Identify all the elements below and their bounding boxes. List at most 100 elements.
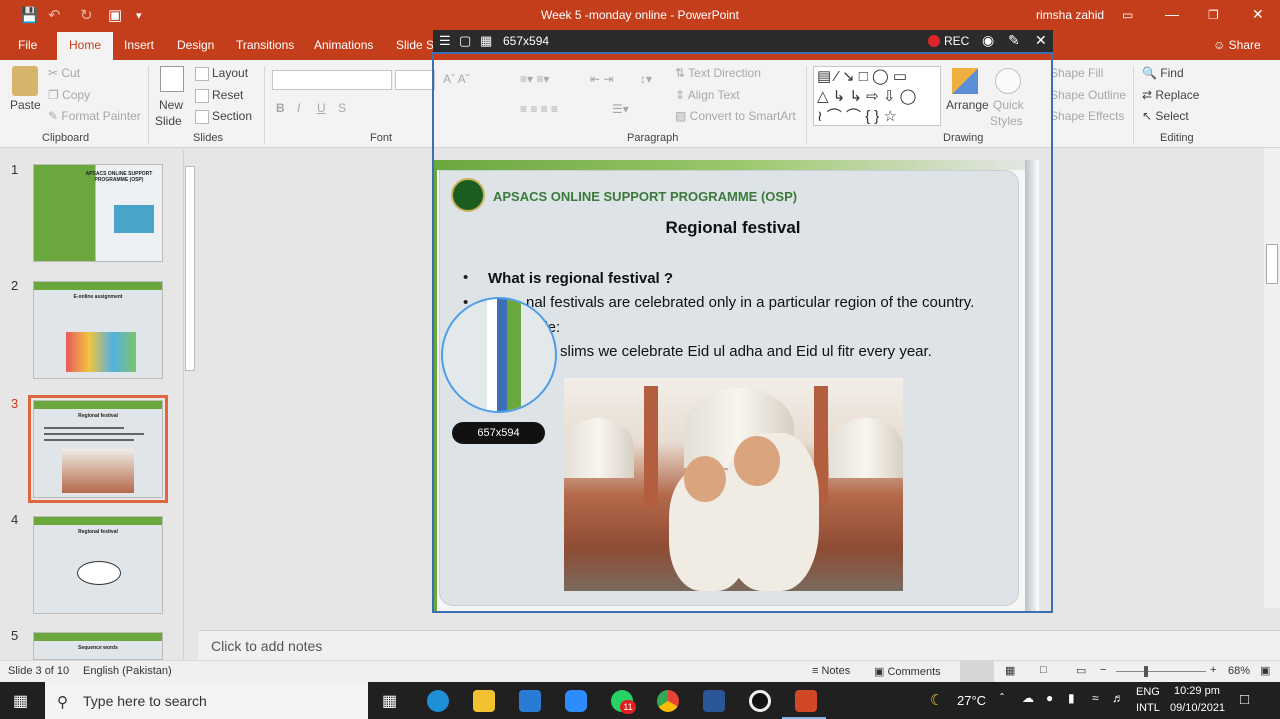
reading-view-icon[interactable]: □ xyxy=(1040,664,1047,676)
weather-temp[interactable]: 27°C xyxy=(957,693,986,708)
select-label: Select xyxy=(1155,109,1189,123)
reset-button[interactable]: Reset xyxy=(195,88,243,103)
slide-thumbnail-5[interactable]: Sequence words xyxy=(33,632,163,660)
format-painter-button[interactable]: ✎ Format Painter xyxy=(48,109,141,123)
paste-icon[interactable] xyxy=(12,66,38,96)
chrome-icon[interactable] xyxy=(657,690,679,712)
record-icon[interactable] xyxy=(928,35,940,47)
tray-chevron-icon[interactable]: ˆ xyxy=(1000,691,1004,705)
powerpoint-icon[interactable] xyxy=(795,690,817,712)
underline-icon[interactable]: U xyxy=(317,101,326,115)
zoom-in-icon[interactable]: + xyxy=(1210,664,1216,676)
taskbar-search[interactable]: ⚲ Type here to search xyxy=(45,682,368,719)
recorder-icon[interactable] xyxy=(749,690,771,712)
normal-view-icon[interactable] xyxy=(960,661,994,682)
battery-icon[interactable]: ▮ xyxy=(1068,691,1075,705)
zoom-app-icon[interactable] xyxy=(565,690,587,712)
minimize-icon[interactable]: — xyxy=(1165,6,1179,22)
shadow-icon[interactable]: S xyxy=(338,101,346,115)
clock-date[interactable]: 09/10/2021 xyxy=(1170,702,1225,714)
shape-effects-button[interactable]: Shape Effects xyxy=(1050,109,1125,123)
layout-label: Layout xyxy=(212,66,249,80)
slideshow-view-icon[interactable]: ▭ xyxy=(1076,664,1086,677)
file-explorer-icon[interactable] xyxy=(473,690,495,712)
section-button[interactable]: Section xyxy=(195,109,252,124)
slide-thumbnail-3[interactable]: Regional festival xyxy=(28,395,168,503)
fit-slide-icon[interactable]: ▣ xyxy=(1260,664,1270,677)
region-icon[interactable]: ▦ xyxy=(480,33,492,49)
tab-home[interactable]: Home xyxy=(57,32,114,60)
zoom-level[interactable]: 68% xyxy=(1228,665,1250,677)
slide-sorter-icon[interactable]: ▦ xyxy=(1005,664,1015,677)
shape-outline-button[interactable]: Shape Outline xyxy=(1050,88,1126,102)
scroll-thumb[interactable] xyxy=(185,166,195,371)
weather-icon[interactable]: ☾ xyxy=(930,691,943,709)
paste-button[interactable]: Paste xyxy=(10,98,41,112)
tab-insert[interactable]: Insert xyxy=(124,38,154,52)
slide-scrollbar[interactable] xyxy=(1264,148,1280,608)
scroll-thumb[interactable] xyxy=(1266,244,1278,284)
copy-button[interactable]: ❐ Copy xyxy=(48,88,90,102)
slide-thumbnail-2[interactable]: E-online assignment xyxy=(33,281,163,379)
replace-button[interactable]: ⇄ Replace xyxy=(1142,88,1199,102)
italic-icon[interactable]: I xyxy=(297,101,300,115)
user-name[interactable]: rimsha zahid xyxy=(1036,8,1104,22)
menu-icon[interactable]: ☰ xyxy=(439,33,451,49)
zoom-thumb[interactable] xyxy=(1144,666,1148,677)
cloud-icon[interactable]: ☁ xyxy=(1022,691,1034,705)
new-slide-label2[interactable]: Slide xyxy=(155,114,182,128)
layout-icon xyxy=(195,66,209,81)
section-icon xyxy=(195,109,209,124)
edge-icon[interactable] xyxy=(427,690,449,712)
tab-design[interactable]: Design xyxy=(177,38,214,52)
input-language[interactable]: ENG xyxy=(1136,686,1160,698)
notes-pane[interactable]: Click to add notes xyxy=(198,630,1280,660)
close-capture-icon[interactable]: ✕ xyxy=(1035,32,1047,49)
zoom-out-icon[interactable]: − xyxy=(1100,664,1106,676)
mic-icon[interactable]: ● xyxy=(1046,691,1053,705)
replace-label: Replace xyxy=(1155,88,1200,102)
wifi-icon[interactable]: ≈ xyxy=(1092,691,1099,705)
pen-icon[interactable]: ✎ xyxy=(1008,32,1020,49)
language-indicator[interactable]: English (Pakistan) xyxy=(83,665,172,677)
close-window-icon[interactable]: ✕ xyxy=(1252,6,1264,23)
shape-fill-button[interactable]: Shape Fill xyxy=(1050,66,1103,80)
store-icon[interactable] xyxy=(519,690,541,712)
magnifier-icon: 🔍 xyxy=(1142,66,1161,80)
share-button[interactable]: ☺ Share xyxy=(1213,38,1261,52)
bold-icon[interactable]: B xyxy=(276,101,285,115)
word-icon[interactable] xyxy=(703,690,725,712)
tab-transitions[interactable]: Transitions xyxy=(236,38,294,52)
slide-thumbnail-4[interactable]: Regional festival xyxy=(33,516,163,614)
notes-button[interactable]: ≡ Notes xyxy=(812,665,850,677)
comment-icon: ▣ xyxy=(874,666,888,678)
rec-button[interactable]: REC xyxy=(944,34,969,48)
thumb-title: E-online assignment xyxy=(73,294,123,300)
volume-icon[interactable]: ♬ xyxy=(1112,691,1124,705)
window-icon[interactable]: ▢ xyxy=(459,33,471,49)
layout-button[interactable]: Layout xyxy=(195,66,248,81)
tab-animations[interactable]: Animations xyxy=(314,38,373,52)
zoom-slider[interactable] xyxy=(1116,671,1206,672)
clock-time[interactable]: 10:29 pm xyxy=(1174,685,1220,697)
new-slide-icon[interactable] xyxy=(160,66,184,92)
task-view-icon[interactable]: ▦ xyxy=(382,691,397,711)
cut-button[interactable]: ✂ Cut xyxy=(48,66,80,80)
windows-start-icon[interactable]: ▦ xyxy=(13,691,28,711)
new-slide-button[interactable]: New xyxy=(159,98,183,112)
input-language-variant[interactable]: INTL xyxy=(1136,702,1160,714)
font-name-input[interactable] xyxy=(272,70,392,90)
comments-button[interactable]: ▣ Comments xyxy=(874,665,941,678)
thumbnail-scrollbar[interactable] xyxy=(183,150,195,660)
maximize-icon[interactable]: ❐ xyxy=(1208,8,1219,22)
slide-thumbnail-1[interactable]: APSACS ONLINE SUPPORT PROGRAMME (OSP) xyxy=(33,164,163,262)
find-button[interactable]: 🔍 Find xyxy=(1142,66,1184,80)
font-size-input[interactable] xyxy=(395,70,435,90)
select-button[interactable]: ↖ Select xyxy=(1142,109,1189,123)
notes-placeholder[interactable]: Click to add notes xyxy=(211,638,322,654)
tab-file[interactable]: File xyxy=(18,38,37,52)
ribbon-display-icon[interactable]: ▭ xyxy=(1122,8,1133,22)
taskbar: ▦ ⚲ Type here to search ▦ 11 ☾ 27°C ˆ ☁ … xyxy=(0,682,1280,719)
camera-icon[interactable]: ◉ xyxy=(982,32,994,49)
notification-icon[interactable]: □ xyxy=(1240,691,1249,708)
